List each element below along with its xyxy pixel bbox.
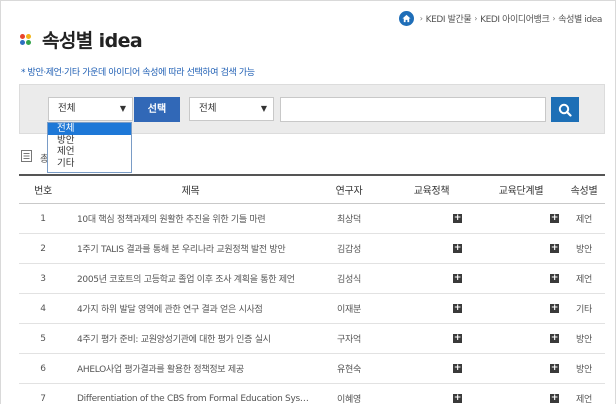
field-select[interactable]: 전체 ▼ [189,97,274,121]
level-plus-icon[interactable]: + [550,304,559,313]
row-author: 구자억 [337,335,361,345]
table-row: 5 4주기 평가 준비: 교원양성기관에 대한 평가 인증 실시 구자억 + +… [19,324,605,354]
ideas-table: 번호 제목 연구자 교육정책 교육단계별 속성별 1 10대 핵심 정책과제의 … [19,174,605,404]
page-title: 속성별 idea [42,30,143,52]
row-title-link[interactable]: 2005년 코호트의 고등학교 졸업 이후 조사 계획을 통한 제언 [67,272,314,285]
chevron-right-icon: › [474,14,478,23]
row-attribute: 제언 [576,275,592,285]
breadcrumb-item-current: 속성별 idea [558,15,602,25]
table-row: 1 10대 핵심 정책과제의 원활한 추진을 위한 기틀 마련 최상덕 + + … [19,204,605,234]
policy-plus-icon[interactable]: + [453,334,462,343]
row-number: 4 [40,303,46,314]
level-plus-icon[interactable]: + [550,364,559,373]
caret-down-icon: ▼ [119,104,126,113]
row-author: 최상덕 [337,215,361,225]
level-plus-icon[interactable]: + [550,334,559,343]
page-description: * 방안·제언·기타 가운데 아이디어 속성에 따라 선택하여 검색 가능 [21,68,255,78]
header-policy: 교육정책 [413,186,450,197]
page-heading: 속성별 idea [20,26,143,53]
breadcrumb-item[interactable]: KEDI 아이디어뱅크 [480,12,550,25]
header-no: 번호 [34,186,52,197]
row-number: 2 [40,243,46,254]
row-number: 6 [40,363,46,374]
breadcrumb: › KEDI 발간물 › KEDI 아이디어뱅크 › 속성별 idea [398,11,602,26]
header-title: 제목 [181,186,200,197]
level-plus-icon[interactable]: + [550,274,559,283]
row-attribute: 방안 [576,335,592,345]
header-attribute: 속성별 [570,186,598,197]
policy-plus-icon[interactable]: + [453,364,462,373]
row-attribute: 방안 [576,245,592,255]
search-icon [558,103,572,117]
row-author: 유현숙 [337,365,361,375]
dropdown-option-other[interactable]: 기타 [48,158,131,170]
home-icon[interactable] [398,11,414,26]
row-number: 7 [40,393,46,404]
dropdown-option-plan[interactable]: 방안 [48,135,131,147]
policy-plus-icon[interactable]: + [453,304,462,313]
policy-plus-icon[interactable]: + [453,274,462,283]
level-plus-icon[interactable]: + [550,244,559,253]
table-row: 6 AHELO사업 평가결과를 활용한 정책정보 제공 유현숙 + + 방안 [19,354,605,384]
row-number: 5 [40,333,46,344]
row-attribute: 방안 [576,365,592,375]
table-row: 3 2005년 코호트의 고등학교 졸업 이후 조사 계획을 통한 제언 김성식… [19,264,605,294]
level-plus-icon[interactable]: + [550,394,559,403]
row-title-link[interactable]: Differentiation of the CBS from Formal E… [67,394,314,404]
table-header: 번호 제목 연구자 교육정책 교육단계별 속성별 [19,176,605,204]
row-title-link[interactable]: 4가지 하위 발달 영역에 관한 연구 결과 얻은 시사점 [67,302,314,315]
row-author: 이재분 [337,305,361,315]
row-title-link[interactable]: AHELO사업 평가결과를 활용한 정책정보 제공 [67,362,314,375]
caret-down-icon: ▼ [260,104,267,113]
dropdown-option-all[interactable]: 전체 [48,123,131,135]
row-title-link[interactable]: 4주기 평가 준비: 교원양성기관에 대한 평가 인증 실시 [67,332,314,345]
row-attribute: 제언 [576,215,592,225]
row-attribute: 기타 [576,305,592,315]
title-dots-icon [20,33,34,47]
select-button[interactable]: 선택 [134,97,180,122]
header-level: 교육단계별 [498,186,544,197]
field-select-value: 전체 [199,103,217,114]
row-title-link[interactable]: 10대 핵심 정책과제의 원활한 추진을 위한 기틀 마련 [67,212,314,225]
table-row: 2 1주기 TALIS 결과를 통해 본 우리나라 교원정책 발전 방안 김갑성… [19,234,605,264]
category-dropdown-list: 전체 방안 제언 기타 [47,122,132,173]
search-button[interactable] [551,97,579,122]
row-number: 3 [40,273,46,284]
chevron-right-icon: › [419,14,423,23]
table-row: 4 4가지 하위 발달 영역에 관한 연구 결과 얻은 시사점 이재분 + + … [19,294,605,324]
policy-plus-icon[interactable]: + [453,394,462,403]
list-icon [21,150,32,162]
row-title-link[interactable]: 1주기 TALIS 결과를 통해 본 우리나라 교원정책 발전 방안 [67,242,314,255]
keyword-input[interactable] [280,97,546,122]
table-row: 7 Differentiation of the CBS from Formal… [19,384,605,404]
row-author: 이혜영 [337,395,361,404]
category-select[interactable]: 전체 ▼ [48,97,133,121]
level-plus-icon[interactable]: + [550,214,559,223]
row-number: 1 [40,213,46,224]
policy-plus-icon[interactable]: + [453,214,462,223]
policy-plus-icon[interactable]: + [453,244,462,253]
row-author: 김갑성 [337,245,361,255]
chevron-right-icon: › [552,14,556,23]
header-author: 연구자 [335,186,363,197]
dropdown-option-suggestion[interactable]: 제언 [48,146,131,158]
row-author: 김성식 [337,275,361,285]
row-attribute: 제언 [576,395,592,404]
breadcrumb-item[interactable]: KEDI 발간물 [426,12,472,25]
category-select-value: 전체 [58,103,76,114]
